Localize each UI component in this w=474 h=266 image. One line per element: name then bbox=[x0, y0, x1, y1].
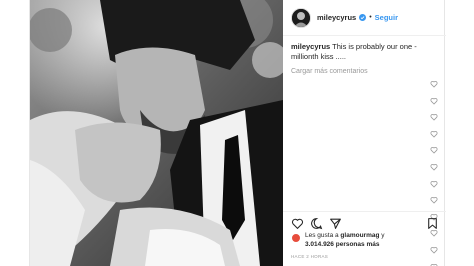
heart-mini-icon[interactable] bbox=[430, 146, 438, 154]
liker-avatar[interactable] bbox=[291, 233, 301, 243]
post-timestamp: HACE 2 HORAS bbox=[291, 254, 329, 259]
instagram-post: mileycyrus • Seguir mileycyrus This is p… bbox=[29, 0, 446, 266]
post-header: mileycyrus • Seguir bbox=[283, 0, 446, 36]
likes-suffix[interactable]: personas más bbox=[336, 241, 380, 248]
heart-mini-icon[interactable] bbox=[430, 97, 438, 105]
heart-mini-icon[interactable] bbox=[430, 130, 438, 138]
comment-icon[interactable] bbox=[310, 217, 323, 230]
separator: • bbox=[369, 14, 372, 21]
heart-mini-icon[interactable] bbox=[430, 180, 438, 188]
heart-mini-icon[interactable] bbox=[430, 196, 438, 204]
heart-mini-icon[interactable] bbox=[430, 80, 438, 88]
caption: mileycyrus This is probably our one - mi… bbox=[291, 42, 441, 62]
bookmark-icon[interactable] bbox=[426, 217, 439, 230]
couple-kiss-photo bbox=[30, 0, 283, 266]
likes-text: Les gusta a glamourmag y 3.014.926 perso… bbox=[305, 232, 385, 249]
heart-mini-icon[interactable] bbox=[430, 263, 438, 266]
post-sidebar: mileycyrus • Seguir mileycyrus This is p… bbox=[283, 0, 446, 266]
likes-summary: Les gusta a glamourmag y 3.014.926 perso… bbox=[291, 232, 441, 249]
share-icon[interactable] bbox=[329, 217, 342, 230]
follow-button[interactable]: Seguir bbox=[375, 13, 398, 22]
post-photo[interactable] bbox=[30, 0, 283, 266]
load-more-comments[interactable]: Cargar más comentarios bbox=[291, 68, 441, 75]
verified-badge-icon bbox=[359, 14, 367, 21]
comments-section: mileycyrus This is probably our one - mi… bbox=[291, 42, 441, 75]
likes-user[interactable]: glamourmag bbox=[340, 232, 379, 239]
likes-count[interactable]: 3.014.926 bbox=[305, 241, 334, 248]
heart-icon[interactable] bbox=[291, 217, 304, 230]
profile-picture-icon bbox=[292, 8, 310, 27]
action-bar bbox=[283, 211, 446, 233]
username[interactable]: mileycyrus bbox=[317, 13, 356, 22]
heart-mini-icon[interactable] bbox=[430, 113, 438, 121]
heart-mini-icon[interactable] bbox=[430, 163, 438, 171]
avatar[interactable] bbox=[291, 7, 311, 28]
likes-middle: y bbox=[381, 232, 385, 239]
likes-prefix: Les gusta a bbox=[305, 232, 339, 239]
caption-username[interactable]: mileycyrus bbox=[291, 42, 330, 51]
